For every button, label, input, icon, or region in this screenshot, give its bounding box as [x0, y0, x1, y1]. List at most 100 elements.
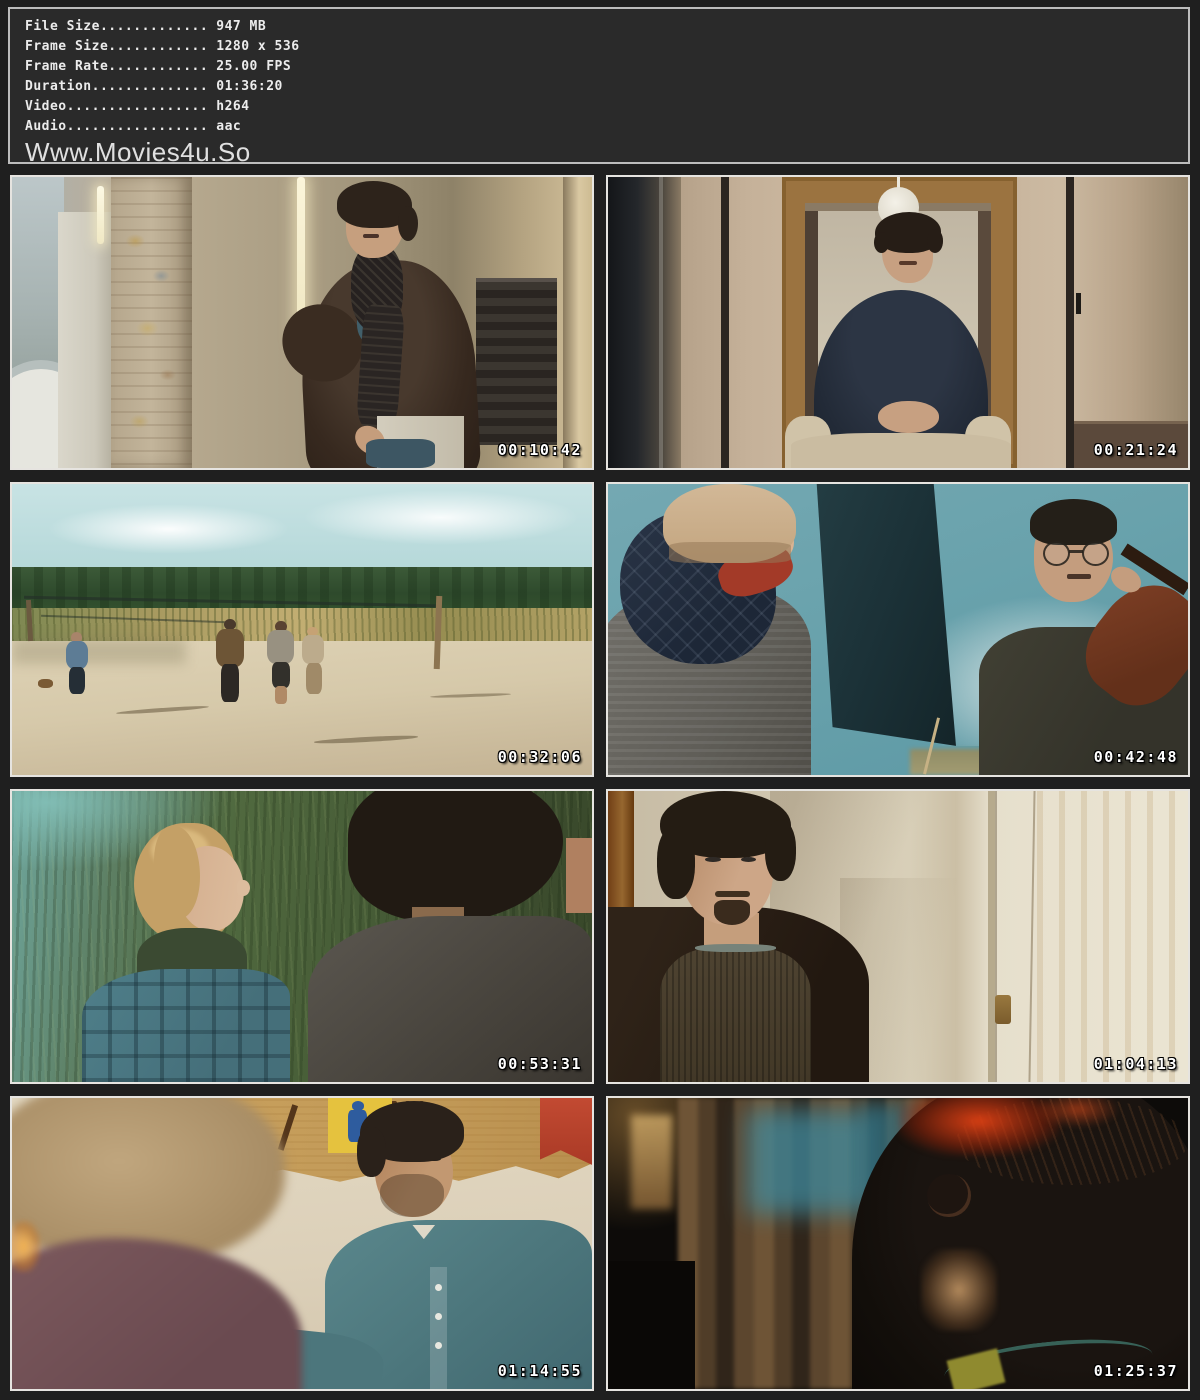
scarf-tail	[356, 304, 405, 429]
glass-partition	[608, 177, 681, 468]
info-value: 1280 x 536	[208, 39, 299, 54]
goatee	[714, 900, 750, 925]
site-watermark: Www.Movies4u.So	[25, 138, 1174, 167]
mustache	[1067, 574, 1090, 579]
beanie-band	[669, 542, 791, 562]
info-label: File Size	[25, 19, 100, 34]
red-rim-light	[1037, 1098, 1118, 1127]
shirt-collar	[695, 944, 776, 953]
timestamp-overlay: 00:21:24	[1094, 441, 1178, 459]
door-frame-line	[988, 791, 995, 1082]
knit-sweater	[660, 948, 811, 1082]
dot-leader: .............	[100, 19, 208, 34]
light-slit	[631, 1115, 672, 1208]
screenshot-thumb-8: 01:25:37	[606, 1096, 1190, 1391]
person-legs	[69, 667, 85, 693]
info-label: Audio	[25, 119, 67, 134]
door-frame-edge	[721, 177, 729, 468]
hair-curl	[927, 229, 943, 252]
wall-streaks	[1037, 791, 1188, 1082]
info-row-audio: Audio.................aac	[25, 117, 1174, 137]
candle-glow	[12, 1220, 41, 1272]
person-blue-jacket	[66, 641, 88, 669]
info-label: Frame Rate	[25, 59, 108, 74]
man-cheek	[566, 838, 592, 914]
timestamp-overlay: 01:04:13	[1094, 1055, 1178, 1073]
timestamp-overlay: 01:25:37	[1094, 1362, 1178, 1380]
scene-table-conversation	[12, 1098, 592, 1389]
info-row-frame-size: Frame Size............1280 x 536	[25, 37, 1174, 57]
info-value: h264	[208, 99, 249, 114]
screenshot-thumb-2: 00:21:24	[606, 175, 1190, 470]
man-jeans	[366, 439, 436, 468]
person-brown-coat	[216, 629, 244, 667]
timestamp-overlay: 00:32:06	[498, 748, 582, 766]
beach-bag	[38, 679, 53, 688]
screenshot-grid: 00:10:42 00	[10, 175, 1190, 1391]
cloud	[302, 490, 580, 545]
person-legs	[306, 663, 322, 694]
window-glow	[747, 1110, 875, 1215]
info-label: Video	[25, 99, 67, 114]
person-shorts	[272, 662, 289, 688]
scene-beach-volleyball	[12, 484, 592, 775]
person-legs	[275, 686, 288, 703]
glasses-lens	[1043, 541, 1070, 566]
light-strip	[97, 186, 105, 244]
dark-flag	[794, 484, 956, 746]
info-row-duration: Duration..............01:36:20	[25, 77, 1174, 97]
scene-dune-couple	[12, 791, 592, 1082]
info-label: Duration	[25, 79, 92, 94]
screenshot-thumb-5: 00:53:31	[10, 789, 594, 1084]
screenshot-thumb-1: 00:10:42	[10, 175, 594, 470]
woman-sweater-blurred	[12, 1238, 302, 1389]
scene-loft-interior	[12, 177, 592, 468]
dot-leader: .................	[67, 119, 209, 134]
timestamp-overlay: 00:10:42	[498, 441, 582, 459]
archway	[563, 177, 592, 468]
info-value: aac	[208, 119, 241, 134]
scene-seated-interview	[608, 177, 1188, 468]
glasses-bridge	[1069, 550, 1084, 553]
info-row-video: Video.................h264	[25, 97, 1174, 117]
hair-side	[357, 1127, 386, 1176]
plaid-coat	[82, 969, 291, 1082]
screenshot-thumb-3: 00:32:06	[10, 482, 594, 777]
red-rim-light	[898, 1098, 1060, 1156]
woman-nose	[237, 880, 250, 896]
dot-leader: ............	[108, 39, 208, 54]
timestamp-overlay: 00:53:31	[498, 1055, 582, 1073]
dot-leader: ..............	[92, 79, 209, 94]
timestamp-overlay: 00:42:48	[1094, 748, 1178, 766]
jaw-light	[921, 1249, 996, 1330]
info-row-file-size: File Size.............947 MB	[25, 17, 1174, 37]
info-value: 947 MB	[208, 19, 266, 34]
door-hinge	[1076, 293, 1081, 313]
timestamp-overlay: 01:14:55	[498, 1362, 582, 1380]
person-legs	[221, 664, 238, 702]
dot-leader: .................	[67, 99, 209, 114]
mustache	[715, 891, 750, 898]
blue-figure-head	[352, 1101, 364, 1110]
brick-column	[111, 177, 192, 468]
dot-leader: ............	[108, 59, 208, 74]
ear	[927, 1174, 971, 1218]
hair-side	[657, 826, 695, 899]
keyhole-plate	[995, 995, 1011, 1024]
man-hair	[1030, 499, 1117, 546]
info-label: Frame Size	[25, 39, 108, 54]
cloud	[47, 504, 291, 553]
hair-side	[765, 820, 797, 881]
person-light-top	[302, 635, 324, 664]
scene-hallway-man	[608, 791, 1188, 1082]
wall-crack	[1029, 791, 1036, 1082]
door-frame-edge	[1066, 177, 1074, 468]
mustache	[899, 261, 916, 266]
screenshot-thumb-4: 00:42:48	[606, 482, 1190, 777]
mustache	[363, 234, 378, 238]
person-gray-sweater	[267, 630, 294, 663]
white-pillar	[58, 212, 110, 468]
armchair-seat	[791, 433, 1011, 468]
man-hair-back	[348, 791, 563, 922]
screenshot-thumb-6: 01:04:13	[606, 789, 1190, 1084]
